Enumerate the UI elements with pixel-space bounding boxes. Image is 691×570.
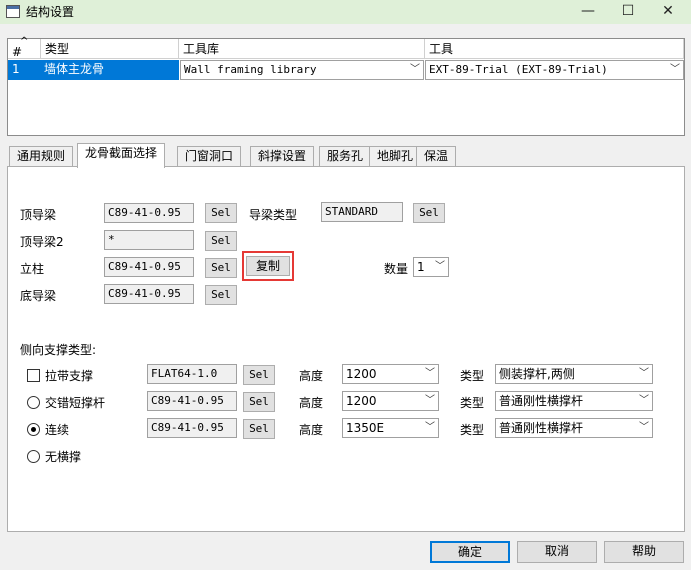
tab-anchor-holes[interactable]: 地脚孔 [369,146,422,166]
no-bracing-radio[interactable] [27,450,40,463]
strap-bracing-field[interactable]: FLAT64-1.0 [147,364,237,384]
strap-type-label: 类型 [460,369,485,383]
top-track-sel-button[interactable]: Sel [205,203,237,223]
row-type: 墙体主龙骨 [44,62,105,76]
staggered-bracing-label: 交错短撑杆 [45,396,106,410]
chevron-down-icon: ﹀ [435,261,445,272]
top-track-field[interactable]: C89-41-0.95 [104,203,194,223]
stud-sel-button[interactable]: Sel [205,258,237,278]
continuous-type-dropdown[interactable]: 普通刚性横撑杆 ﹀ [495,418,653,438]
tab-service-holes[interactable]: 服务孔 [319,146,372,166]
strap-type-dropdown[interactable]: 侧装撑杆,两侧 ﹀ [495,364,653,384]
bottom-track-sel-button[interactable]: Sel [205,285,237,305]
chevron-down-icon: ﹀ [639,395,649,406]
tab-insulation[interactable]: 保温 [416,146,457,166]
continuous-bracing-label: 连续 [45,423,70,437]
grid-header-library[interactable]: 工具库 [179,39,425,59]
tab-stud-section[interactable]: 龙骨截面选择 [77,143,166,168]
track-type-field[interactable]: STANDARD [321,202,403,222]
app-window-icon [6,5,20,18]
continuous-height-dropdown[interactable]: 1350E ﹀ [342,418,439,438]
tab-bracing[interactable]: 斜撑设置 [250,146,315,166]
staggered-type-label: 类型 [460,396,485,410]
grid-header-number[interactable]: ^ # [8,36,41,59]
strap-bracing-label: 拉带支撑 [45,369,94,383]
track-type-sel-button[interactable]: Sel [413,203,445,223]
stud-field[interactable]: C89-41-0.95 [104,257,194,277]
chevron-down-icon: ﹀ [670,64,680,75]
tab-general-rules[interactable]: 通用规则 [9,146,74,166]
maximize-button[interactable]: ☐ [608,0,648,22]
bottom-track-field[interactable]: C89-41-0.95 [104,284,194,304]
tab-openings[interactable]: 门窗洞口 [177,146,242,166]
stud-label: 立柱 [20,262,45,276]
top-track2-label: 顶导梁2 [20,235,64,249]
window-title: 结构设置 [26,5,75,19]
bottom-track-label: 底导梁 [20,289,57,303]
continuous-sel-button[interactable]: Sel [243,419,275,439]
track-type-label: 导梁类型 [249,208,298,222]
structure-settings-window: 结构设置 — ☐ ✕ ^ # 类型 工具库 工具 1 墙体主龙骨 Wall fr… [0,0,691,570]
continuous-bracing-field[interactable]: C89-41-0.95 [147,418,237,438]
top-track2-sel-button[interactable]: Sel [205,231,237,251]
staggered-bracing-radio[interactable] [27,396,40,409]
strap-height-dropdown[interactable]: 1200 ﹀ [342,364,439,384]
member-type-grid: ^ # 类型 工具库 工具 1 墙体主龙骨 Wall framing libra… [7,36,685,136]
bracing-section-title: 侧向支撑类型: [20,343,97,357]
cancel-button[interactable]: 取消 [517,541,597,563]
chevron-down-icon: ﹀ [410,64,420,75]
tool-dropdown[interactable]: EXT-89-Trial (EXT-89-Trial) ﹀ [425,60,684,80]
staggered-bracing-field[interactable]: C89-41-0.95 [147,391,237,411]
staggered-height-dropdown[interactable]: 1200 ﹀ [342,391,439,411]
continuous-type-label: 类型 [460,423,485,437]
chevron-down-icon: ﹀ [639,368,649,379]
chevron-down-icon: ﹀ [425,422,435,433]
strap-bracing-checkbox[interactable] [27,369,40,382]
quantity-label: 数量 [384,262,409,276]
ok-button[interactable]: 确定 [430,541,510,563]
row-number: 1 [12,62,20,76]
stud-section-panel: 顶导梁 C89-41-0.95 Sel 导梁类型 STANDARD Sel 顶导… [7,166,685,532]
help-button[interactable]: 帮助 [604,541,684,563]
quantity-dropdown[interactable]: 1 ﹀ [413,257,449,277]
close-button[interactable]: ✕ [648,0,688,22]
library-dropdown[interactable]: Wall framing library ﹀ [180,60,424,80]
grid-header-type[interactable]: 类型 [41,39,179,59]
copy-button[interactable]: 复制 [246,256,290,276]
continuous-bracing-radio[interactable] [27,423,40,436]
title-bar: 结构设置 — ☐ ✕ [0,0,691,24]
top-track-label: 顶导梁 [20,208,57,222]
no-bracing-label: 无横撑 [45,450,82,464]
minimize-button[interactable]: — [568,0,608,22]
grid-header-tool[interactable]: 工具 [425,39,684,59]
chevron-down-icon: ﹀ [425,395,435,406]
chevron-down-icon: ﹀ [639,422,649,433]
strap-sel-button[interactable]: Sel [243,365,275,385]
top-track2-field[interactable]: * [104,230,194,250]
staggered-type-dropdown[interactable]: 普通刚性横撑杆 ﹀ [495,391,653,411]
staggered-height-label: 高度 [299,396,324,410]
continuous-height-label: 高度 [299,423,324,437]
strap-height-label: 高度 [299,369,324,383]
staggered-sel-button[interactable]: Sel [243,392,275,412]
chevron-down-icon: ﹀ [425,368,435,379]
